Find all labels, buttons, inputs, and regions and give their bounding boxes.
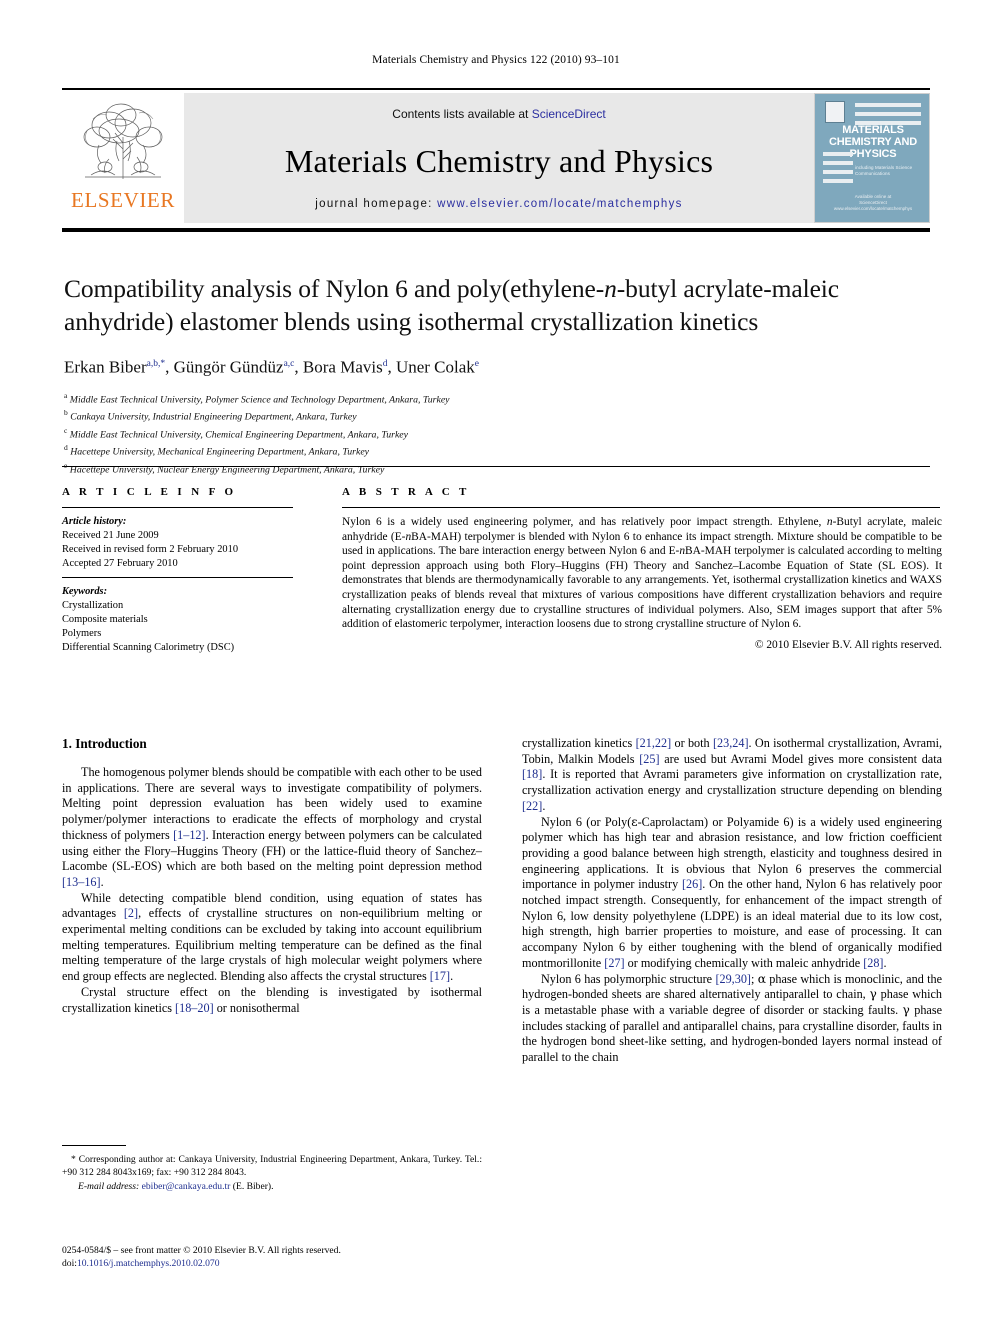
info-section-top-rule — [62, 466, 930, 467]
elsevier-logo: ELSEVIER — [62, 93, 184, 223]
doi-link[interactable]: 10.1016/j.matchemphys.2010.02.070 — [77, 1258, 220, 1269]
page-title: Compatibility analysis of Nylon 6 and po… — [64, 272, 944, 338]
affiliation-marker: c — [64, 425, 68, 435]
keyword-item: Polymers — [62, 628, 102, 639]
journal-homepage-line: journal homepage: www.elsevier.com/locat… — [184, 198, 814, 210]
keyword-item: Crystallization — [62, 600, 124, 611]
info-abstract-region: A R T I C L E I N F O Article history: R… — [62, 486, 942, 655]
affiliation-item: e Hacettepe University, Nuclear Energy E… — [64, 459, 944, 476]
cover-elsevier-mark-icon — [825, 101, 845, 123]
email-address-label: E-mail address: — [78, 1181, 140, 1193]
sciencedirect-link[interactable]: ScienceDirect — [532, 107, 606, 121]
body-paragraph: Crystal structure effect on the blending… — [62, 984, 482, 1015]
affiliation-list: a Middle East Technical University, Poly… — [64, 389, 944, 476]
contents-prefix: Contents lists available at — [392, 107, 532, 121]
abstract-rule — [342, 507, 940, 508]
corresponding-author-footnote: * Corresponding author at: Cankaya Unive… — [62, 1145, 482, 1194]
cover-subtitle: including Materials Science Communicatio… — [855, 165, 913, 176]
abstract-column: A B S T R A C T Nylon 6 is a widely used… — [330, 486, 942, 655]
elsevier-tree-icon — [83, 103, 163, 179]
article-info-heading: A R T I C L E I N F O — [62, 486, 237, 498]
affiliation-text: Middle East Technical University, Polyme… — [69, 393, 450, 405]
imprint-block: 0254-0584/$ – see front matter © 2010 El… — [62, 1245, 522, 1270]
body-columns: 1. Introduction The homogenous polymer b… — [62, 736, 942, 1066]
cover-title-line1: MATERIALS — [842, 124, 904, 136]
journal-masthead: ELSEVIER Contents lists available at Sci… — [62, 88, 930, 224]
abstract-copyright: © 2010 Elsevier B.V. All rights reserved… — [754, 638, 942, 651]
affiliation-item: d Hacettepe University, Mechanical Engin… — [64, 441, 944, 458]
author-list: Erkan Bibera,b,*, Güngör Gündüza,c, Bora… — [64, 357, 480, 377]
affiliation-marker: a — [64, 390, 68, 400]
body-paragraph: While detecting compatible blend conditi… — [62, 890, 482, 984]
title-block: Compatibility analysis of Nylon 6 and po… — [64, 272, 944, 476]
cover-title-line2: CHEMISTRY AND — [828, 136, 918, 148]
affiliation-text: Middle East Technical University, Chemic… — [69, 428, 409, 440]
doi-label: doi: — [62, 1257, 77, 1269]
footnote-corresponding-text: * Corresponding author at: Cankaya Unive… — [62, 1154, 482, 1178]
running-head: Materials Chemistry and Physics 122 (201… — [372, 54, 620, 66]
cover-footer: Available online at ScienceDirect www.el… — [815, 194, 929, 212]
paper-page: Materials Chemistry and Physics 122 (201… — [0, 0, 992, 1323]
contents-available-line: Contents lists available at ScienceDirec… — [392, 107, 605, 121]
cover-decorative-bars-left — [823, 152, 853, 188]
homepage-prefix: journal homepage: — [315, 198, 438, 210]
email-link[interactable]: ebiber@cankaya.edu.tr — [142, 1181, 231, 1192]
body-column-right: crystallization kinetics [21,22] or both… — [522, 736, 942, 1066]
elsevier-wordmark: ELSEVIER — [71, 188, 175, 212]
keyword-item: Differential Scanning Calorimetry (DSC) — [62, 642, 235, 653]
keywords-label: Keywords: — [62, 586, 108, 597]
keywords-rule — [62, 577, 293, 578]
homepage-url-link[interactable]: www.elsevier.com/locate/matchemphys — [437, 198, 683, 210]
abstract-body: Nylon 6 is a widely used engineering pol… — [342, 516, 942, 631]
affiliation-item: a Middle East Technical University, Poly… — [64, 389, 944, 406]
article-info-rule — [62, 507, 293, 508]
abstract-heading: A B S T R A C T — [342, 486, 470, 498]
affiliation-text: Hacettepe University, Mechanical Enginee… — [70, 446, 370, 458]
affiliation-item: b Cankaya University, Industrial Enginee… — [64, 406, 944, 423]
masthead-center-band: Contents lists available at ScienceDirec… — [184, 93, 814, 223]
body-paragraph: crystallization kinetics [21,22] or both… — [522, 736, 943, 813]
imprint-front-matter: 0254-0584/$ – see front matter © 2010 El… — [62, 1245, 341, 1256]
article-history-item: Received 21 June 2009 — [62, 530, 159, 541]
email-owner: (E. Biber). — [232, 1181, 274, 1193]
footnote-email-line: E-mail address: ebiber@cankaya.edu.tr (E… — [62, 1181, 482, 1194]
article-history-label: Article history: — [62, 516, 127, 527]
body-paragraph: Nylon 6 (or Poly(ε-Caprolactam) or Polya… — [522, 814, 942, 970]
affiliation-marker: b — [64, 408, 68, 418]
journal-cover-thumbnail[interactable]: MATERIALS CHEMISTRY AND PHYSICS includin… — [814, 93, 930, 223]
cover-footer-line3: www.elsevier.com/locate/matchemphys — [833, 206, 913, 211]
title-part1: Compatibility analysis of Nylon 6 and po… — [64, 274, 605, 303]
journal-title: Materials Chemistry and Physics — [284, 143, 714, 179]
article-history-item: Accepted 27 February 2010 — [62, 558, 178, 569]
imprint-doi-line: doi:10.1016/j.matchemphys.2010.02.070 — [62, 1258, 522, 1271]
affiliation-text: Cankaya University, Industrial Engineeri… — [70, 411, 357, 423]
keyword-item: Composite materials — [62, 614, 148, 625]
section-title-introduction: 1. Introduction — [62, 736, 147, 751]
affiliation-marker: d — [64, 443, 68, 453]
body-paragraph: The homogenous polymer blends should be … — [62, 765, 482, 889]
body-column-left: 1. Introduction The homogenous polymer b… — [62, 736, 482, 1066]
article-history-item: Received in revised form 2 February 2010 — [62, 544, 239, 555]
title-italic-n: n — [604, 274, 617, 303]
affiliation-item: c Middle East Technical University, Chem… — [64, 424, 944, 441]
masthead-bottom-rule — [62, 228, 930, 232]
body-paragraph: Nylon 6 has polymorphic structure [29,30… — [522, 971, 943, 1065]
footnote-rule — [62, 1145, 126, 1146]
article-info-column: A R T I C L E I N F O Article history: R… — [62, 486, 330, 655]
